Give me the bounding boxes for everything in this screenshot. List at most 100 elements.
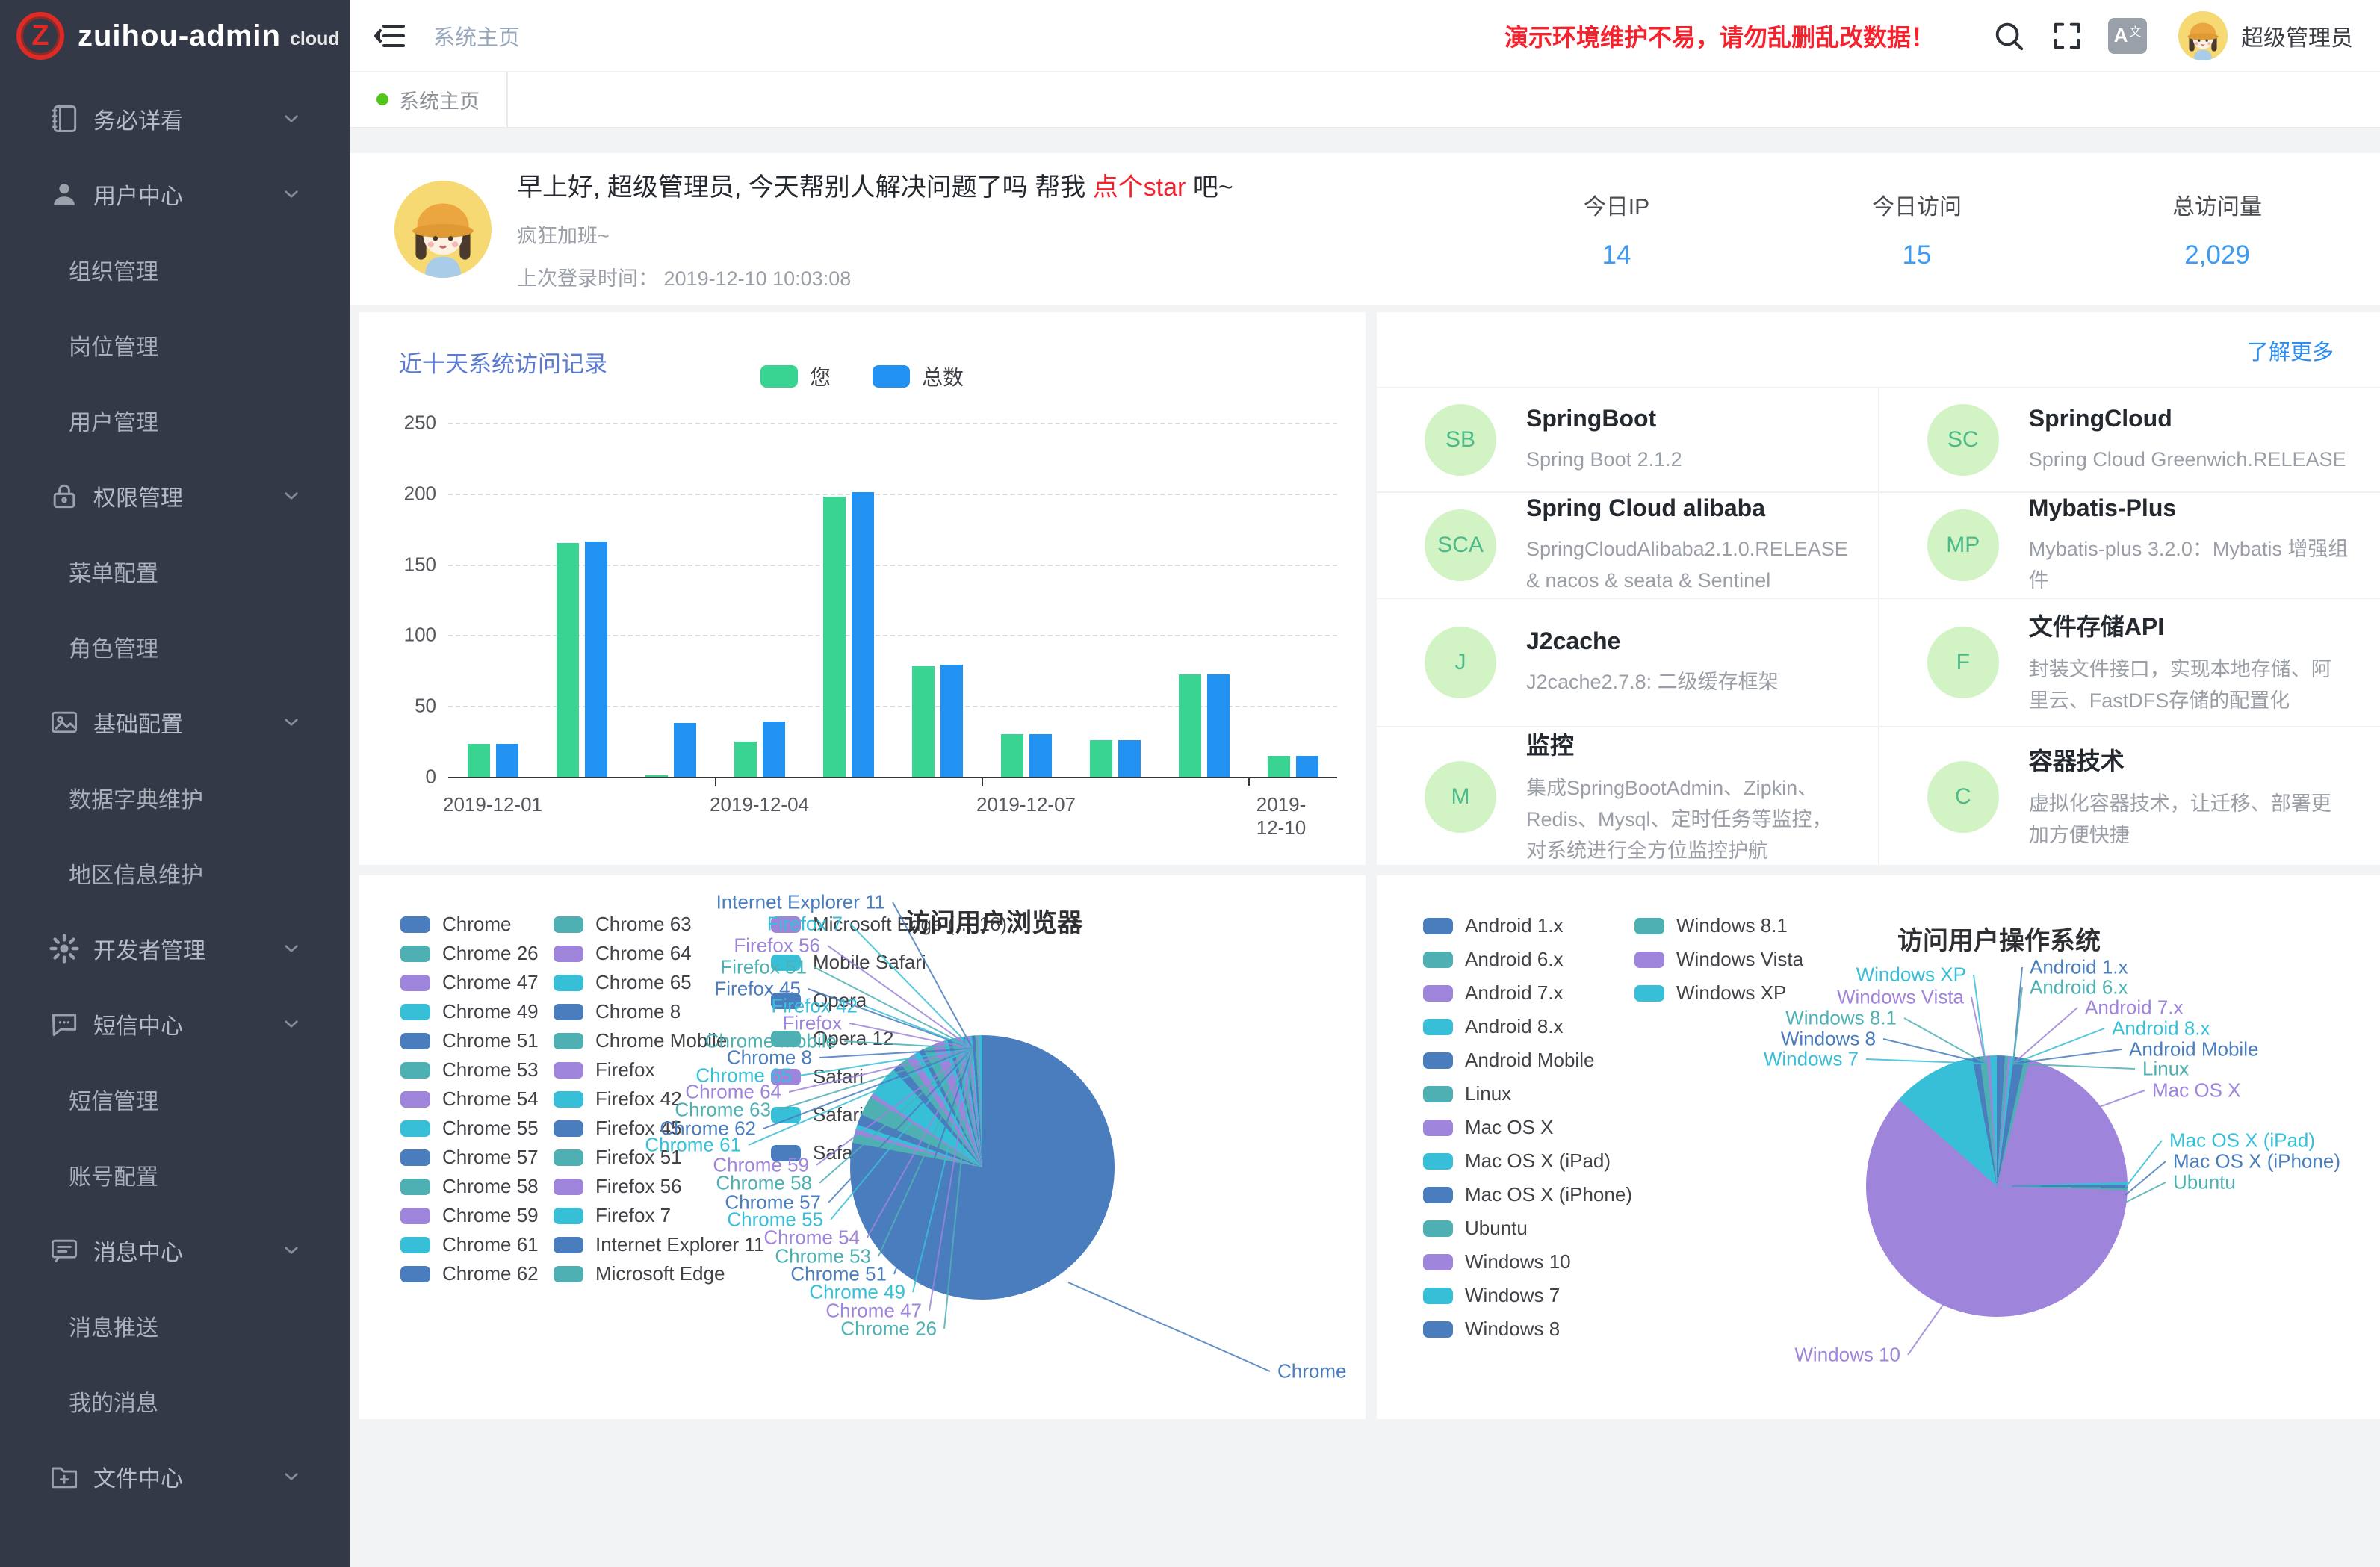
- sidebar-item-务必详看[interactable]: 务必详看: [0, 81, 350, 156]
- browser-pie-card: ChromeChrome 26Chrome 47Chrome 49Chrome …: [359, 875, 1366, 1419]
- tech-title: SpringCloud: [2029, 405, 2346, 432]
- x-axis-label: 2019-12-07: [976, 793, 1076, 816]
- stats: 今日IP 14 今日访问 15 总访问量 2,029: [1534, 153, 2299, 305]
- bar-2019-12-10-总数: [1296, 756, 1318, 777]
- bar-2019-12-06-您: [912, 666, 935, 777]
- tech-cell-Mybatis-Plus: MPMybatis-PlusMybatis-plus 3.2.0：Mybatis…: [1879, 493, 2380, 599]
- user-avatar[interactable]: [2178, 11, 2228, 60]
- pie-label-Chrome: Chrome: [1277, 1360, 1346, 1383]
- menu-fold-icon[interactable]: [372, 18, 408, 54]
- tech-title: 文件存储API: [2029, 608, 2350, 642]
- sidebar-item-消息推送[interactable]: 消息推送: [0, 1288, 350, 1363]
- gridline: [448, 706, 1337, 707]
- sidebar-item-菜单配置[interactable]: 菜单配置: [0, 533, 350, 609]
- gridline: [448, 494, 1337, 495]
- tech-cell-SpringBoot: SBSpringBootSpring Boot 2.1.2: [1377, 388, 1879, 493]
- stat-label: 今日访问: [1835, 188, 1999, 221]
- stat-total-visits: 总访问量 2,029: [2135, 188, 2299, 270]
- pie-label-Windows 10: Windows 10: [1794, 1344, 1900, 1367]
- search-icon[interactable]: [1992, 19, 2026, 53]
- lock-icon: [48, 480, 81, 512]
- topbar: 系统主页 演示环境维护不易，请勿乱删乱改数据！ A 文 超级管理员: [350, 0, 2380, 72]
- content: 早上好, 超级管理员, 今天帮别人解决问题了吗 帮我 点个star 吧~ 疯狂加…: [350, 128, 2380, 1567]
- bar-2019-12-02-您: [557, 543, 579, 777]
- tech-grid: SBSpringBootSpring Boot 2.1.2 SC SpringClo…: [1377, 387, 2380, 866]
- pie-label-Ubuntu: Ubuntu: [2173, 1171, 2236, 1194]
- sidebar-item-组织管理[interactable]: 组织管理: [0, 232, 350, 307]
- fullscreen-icon[interactable]: [2050, 19, 2084, 53]
- x-axis-label: 2019-12-01: [443, 793, 542, 816]
- sidebar-item-label: 角色管理: [69, 630, 158, 663]
- tech-cell-容器技术: C 容器技术虚拟化容器技术，让迁移、部署更加方便快捷: [1879, 727, 2380, 866]
- tab-system-home[interactable]: 系统主页: [350, 72, 508, 127]
- sidebar-item-label: 岗位管理: [69, 329, 158, 362]
- greeting-banner: 早上好, 超级管理员, 今天帮别人解决问题了吗 帮我 点个star 吧~ 疯狂加…: [350, 153, 2380, 305]
- x-axis-line: [448, 777, 1337, 778]
- bar-2019-12-10-您: [1268, 756, 1290, 777]
- tab-active-dot-icon: [376, 93, 388, 105]
- pie-label-Android 8.x: Android 8.x: [2112, 1017, 2210, 1040]
- sidebar-item-文件中心[interactable]: 文件中心: [0, 1439, 350, 1514]
- chat-icon: [48, 1008, 81, 1040]
- tech-texts: J2cacheJ2cache2.7.8: 二级缓存框架: [1526, 627, 1779, 698]
- chevron-down-icon: [279, 1465, 303, 1489]
- x-axis-tick: [1248, 777, 1250, 786]
- sidebar-item-短信管理[interactable]: 短信管理: [0, 1061, 350, 1137]
- sidebar-item-地区信息维护[interactable]: 地区信息维护: [0, 835, 350, 910]
- stat-value: 14: [1534, 241, 1699, 270]
- user-icon: [48, 178, 81, 211]
- stat-today-visits: 今日访问 15: [1835, 188, 1999, 270]
- sidebar-item-账号配置[interactable]: 账号配置: [0, 1137, 350, 1212]
- tech-abbr-badge: C: [1927, 761, 1999, 833]
- sidebar-item-label: 账号配置: [69, 1158, 158, 1191]
- brand-suffix: cloud: [290, 28, 340, 50]
- star-link[interactable]: 点个star: [1093, 173, 1186, 202]
- username[interactable]: 超级管理员: [2241, 19, 2353, 52]
- sidebar-item-label: 地区信息维护: [69, 857, 203, 890]
- bar-2019-12-05-您: [823, 497, 846, 777]
- sidebar-item-label: 文件中心: [93, 1460, 183, 1493]
- sidebar-item-label: 菜单配置: [69, 555, 158, 588]
- sidebar-item-用户管理[interactable]: 用户管理: [0, 382, 350, 458]
- message-icon: [48, 1234, 81, 1267]
- tech-abbr-badge: J: [1425, 627, 1496, 698]
- font-size-icon[interactable]: A 文: [2108, 18, 2147, 54]
- pie-label-Windows Vista: Windows Vista: [1837, 986, 1964, 1009]
- x-axis-tick: [982, 777, 983, 786]
- tech-texts: 文件存储API封装文件接口，实现本地存储、阿里云、FastDFS存储的配置化: [2029, 608, 2350, 717]
- pie-label-Windows 8.1: Windows 8.1: [1785, 1007, 1897, 1030]
- tab-label: 系统主页: [399, 85, 480, 114]
- sidebar-item-消息中心[interactable]: 消息中心: [0, 1212, 350, 1288]
- bar-2019-12-01-您: [468, 744, 490, 777]
- sidebar-item-label: 短信管理: [69, 1083, 158, 1116]
- sidebar-item-用户中心[interactable]: 用户中心: [0, 156, 350, 232]
- stat-value: 15: [1835, 241, 1999, 270]
- sidebar-item-开发者管理[interactable]: 开发者管理: [0, 910, 350, 986]
- sidebar-item-我的消息[interactable]: 我的消息: [0, 1363, 350, 1439]
- main-area: 系统主页 演示环境维护不易，请勿乱删乱改数据！ A 文 超级管理员 系统主页: [350, 0, 2380, 1567]
- sidebar-item-基础配置[interactable]: 基础配置: [0, 684, 350, 760]
- tech-abbr-badge: SCA: [1425, 509, 1496, 581]
- tech-desc: Mybatis-plus 3.2.0：Mybatis 增强组件: [2029, 534, 2350, 597]
- greeting-texts: 早上好, 超级管理员, 今天帮别人解决问题了吗 帮我 点个star 吧~ 疯狂加…: [517, 167, 1233, 291]
- tech-texts: Mybatis-PlusMybatis-plus 3.2.0：Mybatis 增…: [2029, 494, 2350, 597]
- pie-label-Mac OS X: Mac OS X: [2152, 1079, 2240, 1102]
- sidebar-item-短信中心[interactable]: 短信中心: [0, 986, 350, 1061]
- bar-2019-12-03-您: [645, 775, 668, 777]
- tech-texts: 容器技术虚拟化容器技术，让迁移、部署更加方便快捷: [2029, 742, 2350, 851]
- tech-texts: 监控集成SpringBootAdmin、Zipkin、Redis、Mysql、定…: [1526, 727, 1848, 867]
- sidebar-item-角色管理[interactable]: 角色管理: [0, 609, 350, 684]
- tech-title: SpringBoot: [1526, 405, 1682, 432]
- sidebar-item-岗位管理[interactable]: 岗位管理: [0, 307, 350, 382]
- bar-2019-12-08-总数: [1118, 740, 1141, 777]
- learn-more-link[interactable]: 了解更多: [2247, 335, 2334, 366]
- sidebar-item-label: 短信中心: [93, 1008, 183, 1040]
- sidebar-item-权限管理[interactable]: 权限管理: [0, 458, 350, 533]
- font-size-icon-letter: A: [2114, 24, 2128, 47]
- pie-title: 访问用户操作系统: [1897, 920, 2101, 957]
- sidebar-item-label: 基础配置: [93, 706, 183, 739]
- gear-icon: [48, 932, 81, 965]
- tech-desc: J2cache2.7.8: 二级缓存框架: [1526, 667, 1779, 698]
- tech-abbr-badge: SC: [1927, 404, 1999, 476]
- sidebar-item-数据字典维护[interactable]: 数据字典维护: [0, 760, 350, 835]
